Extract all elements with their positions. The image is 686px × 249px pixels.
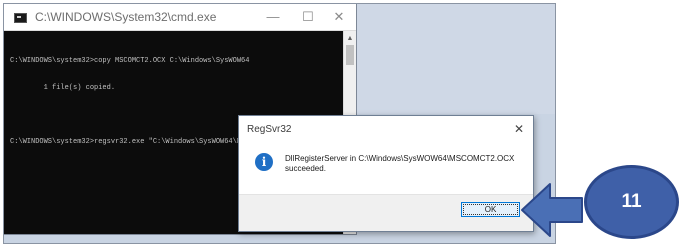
maximize-button[interactable]: ☐: [293, 6, 323, 28]
cmd-app-icon: [14, 13, 27, 23]
cmd-titlebar[interactable]: C:\WINDOWS\System32\cmd.exe — ☐ ✕: [4, 4, 356, 31]
dialog-message: DllRegisterServer in C:\Windows\SysWOW64…: [285, 154, 515, 173]
console-line: 1 file(s) copied.: [10, 84, 116, 92]
minimize-button[interactable]: —: [258, 6, 288, 28]
desktop-background: [349, 4, 555, 114]
dialog-titlebar[interactable]: RegSvr32 ✕: [239, 116, 533, 143]
callout-arrow-icon: [521, 183, 583, 237]
screenshot-frame: C:\WINDOWS\System32\cmd.exe — ☐ ✕ C:\WIN…: [3, 3, 556, 244]
info-icon: i: [255, 153, 273, 171]
regsvr32-dialog[interactable]: RegSvr32 ✕ i DllRegisterServer in C:\Win…: [238, 115, 534, 232]
dialog-title: RegSvr32: [247, 124, 292, 135]
dialog-close-button[interactable]: ✕: [511, 120, 527, 138]
close-button[interactable]: ✕: [324, 6, 354, 28]
step-number-badge: 11: [584, 165, 679, 239]
console-line: C:\WINDOWS\system32>copy MSCOMCT2.OCX C:…: [10, 57, 250, 65]
dialog-footer: OK: [239, 194, 533, 231]
ok-button[interactable]: OK: [461, 202, 520, 217]
dialog-content: i DllRegisterServer in C:\Windows\SysWOW…: [239, 143, 533, 194]
scroll-up-arrow-icon[interactable]: ▲: [344, 33, 356, 45]
scroll-thumb[interactable]: [346, 45, 354, 65]
cmd-window-title: C:\WINDOWS\System32\cmd.exe: [35, 10, 217, 24]
